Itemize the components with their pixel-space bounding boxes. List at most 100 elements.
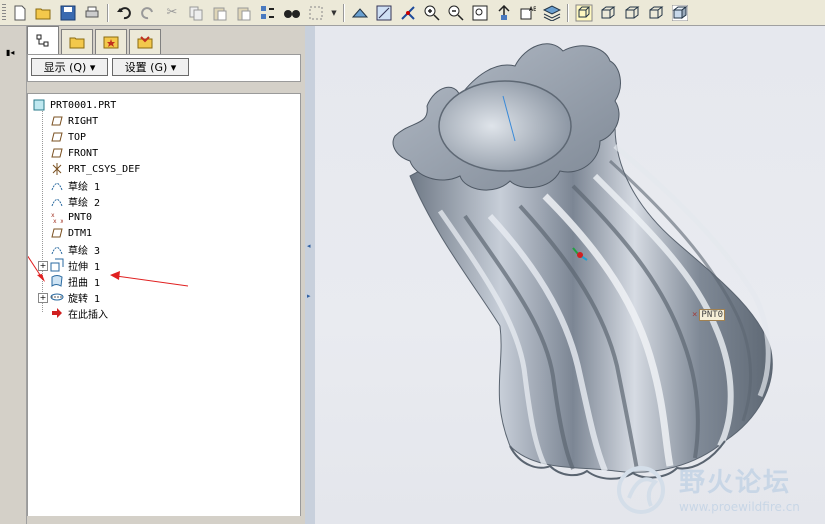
zoom-in-icon[interactable]: [422, 3, 442, 23]
tree-toolbar: 显示 (Q) ▾ 设置 (G) ▾: [27, 54, 301, 82]
expand-right-icon[interactable]: ▸: [307, 292, 313, 304]
saved-views-icon[interactable]: AB: [518, 3, 538, 23]
shading-icon[interactable]: [646, 3, 666, 23]
tree-item-label: 在此插入: [68, 309, 108, 321]
tree-item-label: DTM1: [68, 227, 93, 239]
toolbar-grip[interactable]: [2, 3, 6, 22]
model-tree-icon: [36, 34, 49, 46]
find-icon[interactable]: [282, 3, 302, 23]
tree-item-top[interactable]: TOP: [50, 129, 86, 145]
tree-item-front[interactable]: FRONT: [50, 145, 98, 161]
menu-overflow-icon[interactable]: ▮◂: [6, 48, 18, 58]
new-icon[interactable]: [10, 3, 30, 23]
tree-item-right[interactable]: RIGHT: [50, 113, 98, 129]
tree-item-csys[interactable]: PRT_CSYS_DEF: [50, 161, 140, 177]
tree-item-label: 拉伸 1: [68, 261, 101, 273]
sketch-icon: [50, 178, 64, 192]
part-icon: [32, 98, 46, 112]
collapse-left-icon[interactable]: ◂: [307, 242, 313, 254]
layers-icon[interactable]: [542, 3, 562, 23]
watermark: 野火论坛 www.proewildfire.cn: [615, 460, 820, 522]
tree-item-insert-here[interactable]: 在此插入: [50, 305, 108, 321]
tree-item-label: 草绘 3: [68, 245, 101, 257]
favorites-tab[interactable]: [95, 29, 127, 54]
twisted-vase-model: [392, 43, 773, 480]
favorites-icon: [103, 36, 119, 49]
graphics-viewport[interactable]: × PNT0 野火论坛 www.proewildfire.cn: [315, 26, 825, 524]
tree-root[interactable]: PRT0001.PRT: [32, 97, 116, 113]
hidden-line-icon[interactable]: [598, 3, 618, 23]
panel-splitter[interactable]: ◂ ▸: [305, 26, 315, 524]
shaded-icon[interactable]: [670, 3, 690, 23]
zoom-out-icon[interactable]: [446, 3, 466, 23]
tree-item-pnt0[interactable]: xx x PNT0: [50, 209, 92, 225]
connections-tab[interactable]: [129, 29, 161, 54]
watermark-logo: [617, 466, 665, 514]
no-hidden-icon[interactable]: [622, 3, 642, 23]
tree-item-label: 草绘 1: [68, 181, 101, 193]
left-strip: ▮◂: [0, 26, 27, 524]
tree-item-dtm1[interactable]: DTM1: [50, 225, 92, 241]
open-icon[interactable]: [34, 3, 54, 23]
wireframe-icon[interactable]: [574, 3, 594, 23]
regenerate-icon[interactable]: [258, 3, 278, 23]
revolve-icon: [50, 290, 64, 304]
tree-item-revolve-1[interactable]: 旋转 1: [50, 289, 100, 305]
datum-point-icon: xx x: [50, 210, 64, 224]
select-box-icon[interactable]: [306, 3, 326, 23]
model-tree: PRT0001.PRT RIGHT TOP FRONT PRT_CSYS_DEF…: [27, 93, 301, 520]
point-label: × PNT0: [692, 309, 726, 321]
print-icon[interactable]: [82, 3, 102, 23]
chevron-down-icon[interactable]: ▼: [330, 3, 338, 23]
tree-item-label: PRT_CSYS_DEF: [68, 163, 141, 175]
extrude-icon: [50, 258, 64, 272]
expand-extrude-icon[interactable]: +: [38, 261, 48, 271]
tree-item-label: 扭曲 1: [68, 277, 101, 289]
tree-item-sketch-1[interactable]: 草绘 1: [50, 177, 100, 193]
redo-icon[interactable]: [138, 3, 158, 23]
tree-item-sketch-2[interactable]: 草绘 2: [50, 193, 100, 209]
tree-root-label: PRT0001.PRT: [50, 99, 117, 111]
folder-browser-tab[interactable]: [61, 29, 93, 54]
model-tree-tab[interactable]: [27, 26, 59, 54]
datum-plane-icon: [50, 146, 64, 160]
datum-plane-icon: [50, 226, 64, 240]
warp-icon: [50, 274, 64, 288]
refit-icon[interactable]: [470, 3, 490, 23]
panel-bottom-bar: [27, 516, 305, 524]
tree-item-label: 草绘 2: [68, 197, 101, 209]
cut-icon[interactable]: ✂: [162, 3, 182, 23]
copy-icon[interactable]: [186, 3, 206, 23]
tree-item-label: TOP: [68, 131, 87, 143]
tree-item-label: FRONT: [68, 147, 99, 159]
svg-text:x x: x x: [53, 218, 63, 223]
tree-item-label: RIGHT: [68, 115, 99, 127]
spin-center-icon[interactable]: [350, 3, 370, 23]
navigator-panel: 显示 (Q) ▾ 设置 (G) ▾ PRT0001.PRT RIGHT TOP …: [27, 26, 305, 520]
tree-item-warp-1[interactable]: 扭曲 1: [50, 273, 100, 289]
datum-plane-icon: [50, 130, 64, 144]
tree-item-sketch-3[interactable]: 草绘 3: [50, 241, 100, 257]
expand-revolve-icon[interactable]: +: [38, 293, 48, 303]
paste-special-icon[interactable]: [234, 3, 254, 23]
main-toolbar: ✂ ▼ AB: [0, 0, 825, 26]
paste-icon[interactable]: [210, 3, 230, 23]
reorient-icon[interactable]: [494, 3, 514, 23]
save-icon[interactable]: [58, 3, 78, 23]
sketch-icon: [50, 242, 64, 256]
tree-item-extrude-1[interactable]: 拉伸 1: [50, 257, 100, 273]
settings-dropdown-button[interactable]: 设置 (G) ▾: [112, 58, 189, 76]
show-dropdown-button[interactable]: 显示 (Q) ▾: [31, 58, 108, 76]
watermark-title: 野火论坛: [679, 468, 792, 498]
sketch-icon: [50, 194, 64, 208]
datum-display-icon[interactable]: [374, 3, 394, 23]
folder-icon: [69, 37, 85, 49]
connections-icon: [137, 36, 153, 49]
tree-item-label: 旋转 1: [68, 293, 101, 305]
point-marker-icon: ×: [692, 310, 698, 320]
datum-axes-icon[interactable]: [398, 3, 418, 23]
watermark-url: www.proewildfire.cn: [679, 500, 800, 514]
insert-here-icon: [50, 306, 64, 320]
tree-item-label: PNT0: [68, 211, 93, 223]
undo-icon[interactable]: [114, 3, 134, 23]
